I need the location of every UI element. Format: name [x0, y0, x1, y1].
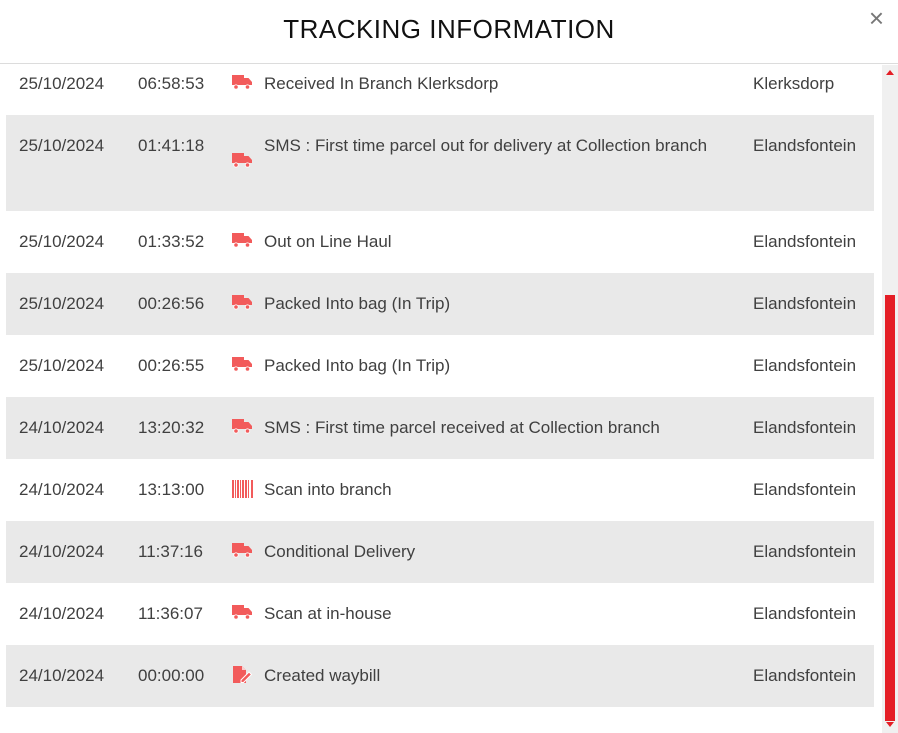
row-date: 24/10/2024 — [19, 418, 105, 437]
truck-icon — [230, 293, 254, 311]
row-date: 25/10/2024 — [19, 294, 105, 313]
row-time: 00:26:56 — [138, 294, 205, 313]
row-time: 13:13:00 — [138, 480, 205, 499]
truck-icon — [230, 151, 254, 169]
row-time: 00:00:00 — [138, 666, 205, 685]
truck-icon — [230, 541, 254, 559]
tracking-list-viewport[interactable]: 25/10/2024 06:58:53 Received In Branch Kle… — [0, 65, 882, 733]
row-description: SMS : First time parcel out for delivery… — [264, 136, 708, 155]
table-row: 24/10/2024 13:20:32 SMS : First time parce… — [6, 397, 874, 459]
table-row: 24/10/2024 00:00:00 Created waybill Elandsf… — [6, 645, 874, 707]
row-time: 00:26:55 — [138, 356, 205, 375]
modal-header: TRACKING INFORMATION × — [0, 0, 898, 64]
row-date: 25/10/2024 — [19, 136, 105, 155]
tracking-table: 25/10/2024 06:58:53 Received In Branch Kle… — [6, 65, 874, 707]
row-date: 24/10/2024 — [19, 480, 105, 499]
row-date: 25/10/2024 — [19, 356, 105, 375]
row-description: Scan into branch — [264, 480, 392, 499]
row-description: Created waybill — [264, 666, 381, 685]
row-date: 24/10/2024 — [19, 604, 105, 623]
table-row: 25/10/2024 00:26:56 Packed Into bag (In Tr… — [6, 273, 874, 335]
truck-icon — [230, 355, 254, 373]
row-location: Klerksdorp — [753, 74, 835, 93]
row-time: 11:37:16 — [138, 542, 203, 561]
row-date: 25/10/2024 — [19, 232, 105, 251]
table-row: 25/10/2024 01:33:52 Out on Line Haul Elands… — [6, 211, 874, 273]
row-time: 01:41:18 — [138, 136, 205, 155]
row-description: Out on Line Haul — [264, 232, 392, 251]
modal-title: TRACKING INFORMATION — [283, 14, 615, 44]
scrollbar[interactable] — [882, 65, 898, 733]
document-edit-icon — [230, 665, 254, 685]
table-row: 25/10/2024 06:58:53 Received In Branch Kle… — [6, 65, 874, 115]
row-description: Received In Branch Klerksdorp — [264, 74, 499, 93]
row-location: Elandsfontein — [753, 356, 857, 375]
row-time: 01:33:52 — [138, 232, 205, 251]
close-icon[interactable]: × — [869, 4, 884, 32]
row-location: Elandsfontein — [753, 480, 857, 499]
row-location: Elandsfontein — [753, 232, 857, 251]
table-row: 24/10/2024 11:37:16 Conditional Delivery El… — [6, 521, 874, 583]
truck-icon — [230, 603, 254, 621]
table-row: 24/10/2024 13:13:00 Scan into branch Elands… — [6, 459, 874, 521]
row-description: Packed Into bag (In Trip) — [264, 356, 451, 375]
truck-icon — [230, 231, 254, 249]
row-location: Elandsfontein — [753, 604, 857, 623]
row-date: 24/10/2024 — [19, 542, 105, 561]
row-time: 13:20:32 — [138, 418, 205, 437]
table-row: 25/10/2024 00:26:55 Packed Into bag (In Tr… — [6, 335, 874, 397]
row-location: Elandsfontein — [753, 666, 857, 685]
row-time: 11:36:07 — [138, 604, 203, 623]
scrollbar-thumb[interactable] — [885, 295, 895, 721]
barcode-icon — [230, 479, 254, 499]
row-description: Packed Into bag (In Trip) — [264, 294, 451, 313]
truck-icon — [230, 417, 254, 435]
scroll-up-arrow-icon[interactable] — [886, 70, 894, 75]
row-location: Elandsfontein — [753, 294, 857, 313]
row-date: 25/10/2024 — [19, 74, 105, 93]
row-location: Elandsfontein — [753, 136, 857, 155]
row-description: SMS : First time parcel received at Coll… — [264, 418, 660, 437]
table-row: 25/10/2024 01:41:18 SMS : First time parce… — [6, 115, 874, 211]
row-location: Elandsfontein — [753, 542, 857, 561]
tracking-modal: TRACKING INFORMATION × 25/10/2024 06:58:5… — [0, 0, 898, 733]
table-row: 24/10/2024 11:36:07 Scan at in-house Elands… — [6, 583, 874, 645]
row-date: 24/10/2024 — [19, 666, 105, 685]
scroll-down-arrow-icon[interactable] — [886, 722, 894, 727]
row-description: Scan at in-house — [264, 604, 392, 623]
row-location: Elandsfontein — [753, 418, 857, 437]
row-description: Conditional Delivery — [264, 542, 416, 561]
truck-icon — [230, 73, 254, 91]
row-time: 06:58:53 — [138, 74, 205, 93]
